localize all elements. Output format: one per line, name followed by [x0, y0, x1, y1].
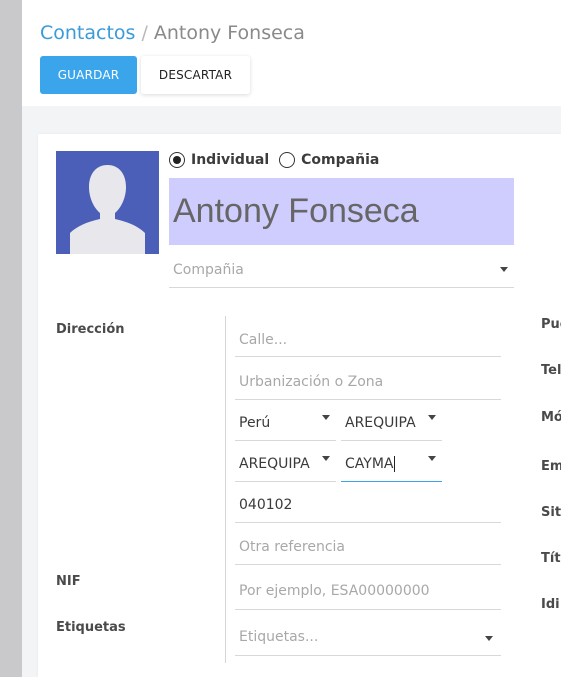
radio-individual[interactable]: Individual	[169, 152, 269, 168]
avatar[interactable]	[56, 151, 159, 254]
zone-input[interactable]: Urbanización o Zona	[235, 364, 501, 400]
country-value: Perú	[239, 414, 271, 431]
person-silhouette-icon	[70, 165, 145, 254]
right-label-7: Idi	[541, 597, 560, 612]
radio-checked-icon	[169, 152, 185, 168]
nif-label: NIF	[56, 574, 81, 589]
tags-label: Etiquetas	[56, 620, 126, 635]
nif-input[interactable]: Por ejemplo, ESA00000000	[235, 573, 501, 610]
province-value: AREQUIPA	[239, 455, 310, 472]
tags-placeholder: Etiquetas...	[239, 629, 319, 645]
radio-individual-label: Individual	[191, 152, 270, 168]
chevron-down-icon	[322, 414, 330, 420]
radio-company[interactable]: Compañia	[279, 152, 379, 168]
zip-input[interactable]: 040102	[235, 488, 501, 523]
country-select[interactable]: Perú	[235, 405, 336, 441]
street-input[interactable]: Calle...	[235, 323, 501, 357]
breadcrumb-contacts-link[interactable]: Contactos	[40, 22, 135, 44]
right-label-2: Tel	[541, 363, 561, 378]
radio-unchecked-icon	[279, 152, 296, 168]
reference-placeholder: Otra referencia	[239, 538, 345, 555]
district-value: CAYMA	[345, 455, 394, 472]
name-input[interactable]: Antony Fonseca	[169, 178, 514, 245]
chevron-down-icon	[485, 636, 493, 641]
district-select[interactable]: CAYMA	[341, 446, 442, 482]
discard-button[interactable]: DESCARTAR	[141, 56, 250, 94]
right-label-4: Em	[541, 459, 561, 474]
company-select[interactable]: Compañia	[169, 252, 514, 288]
group-divider	[225, 316, 226, 663]
chevron-down-icon	[428, 414, 436, 420]
department-select[interactable]: AREQUIPA	[341, 405, 442, 441]
radio-company-label: Compañia	[301, 152, 380, 168]
breadcrumb-current: Antony Fonseca	[153, 22, 305, 44]
zip-value: 040102	[239, 497, 293, 513]
right-label-6: Títu	[541, 551, 561, 566]
reference-input[interactable]: Otra referencia	[235, 529, 501, 565]
street-placeholder: Calle...	[239, 331, 288, 348]
breadcrumb: Contactos / Antony Fonseca	[40, 22, 305, 44]
right-label-3: Mó	[541, 410, 561, 425]
left-rail	[0, 0, 22, 677]
province-select[interactable]: AREQUIPA	[235, 446, 336, 482]
department-value: AREQUIPA	[345, 414, 416, 431]
text-cursor	[394, 455, 396, 472]
right-label-1: Pue	[541, 317, 561, 332]
zone-placeholder: Urbanización o Zona	[239, 373, 384, 390]
chevron-down-icon	[322, 455, 330, 461]
tags-input[interactable]: Etiquetas...	[235, 619, 501, 656]
save-button[interactable]: GUARDAR	[40, 56, 137, 94]
chevron-down-icon	[500, 266, 508, 272]
address-label: Dirección	[56, 322, 125, 337]
company-placeholder: Compañia	[173, 261, 244, 278]
chevron-down-icon	[428, 455, 436, 461]
contact-type-selector: Individual Compañia	[169, 152, 389, 168]
breadcrumb-separator: /	[141, 22, 148, 44]
nif-placeholder: Por ejemplo, ESA00000000	[239, 583, 430, 599]
right-label-5: Siti	[541, 505, 561, 520]
